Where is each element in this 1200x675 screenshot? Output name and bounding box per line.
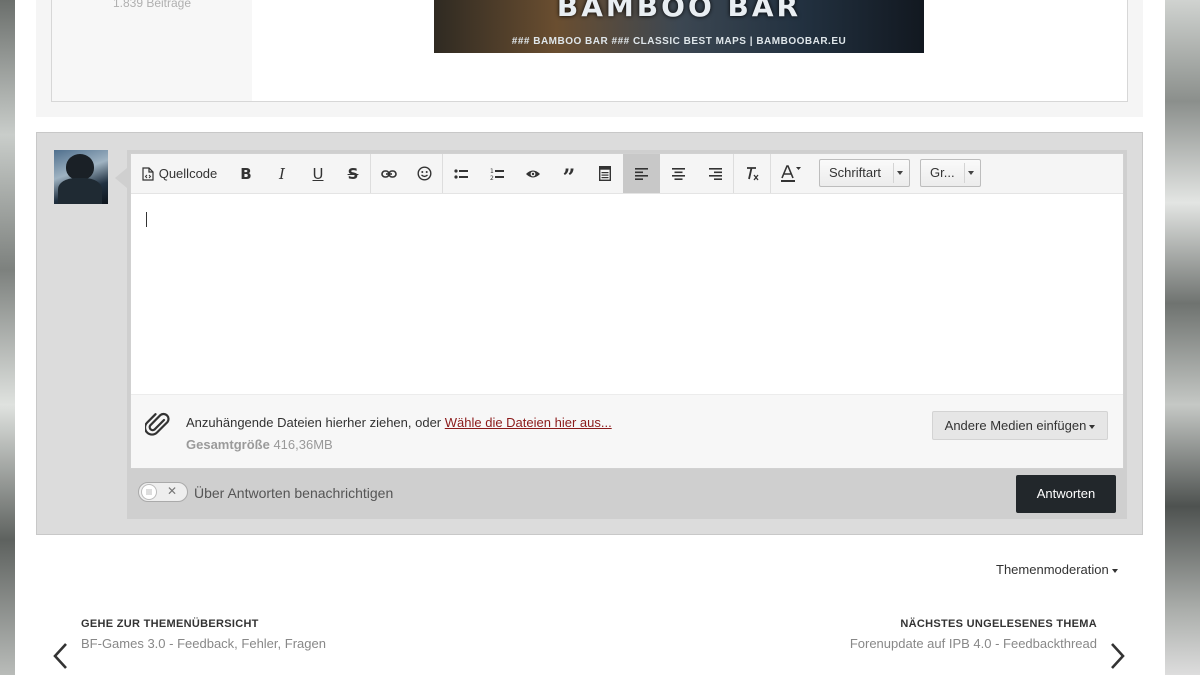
remove-format-icon [744,166,760,181]
notify-toggle[interactable]: ✕ [138,482,188,502]
speech-pointer [115,168,127,188]
prev-nav-title[interactable]: BF-Games 3.0 - Feedback, Fehler, Fragen [81,636,326,651]
total-size-value: 416,36MB [273,437,333,452]
emoji-button[interactable] [407,154,442,193]
editor-toolbar: Quellcode B I U S 1 2 ” Schriftart Gr... [131,154,1123,194]
close-icon: ✕ [167,484,178,498]
bold-icon: B [240,164,252,183]
chevron-down-icon [897,171,903,175]
previous-post-body: 1.839 Beiträge BAMBOO BAR ### BAMBOO BAR… [51,0,1128,102]
code-button[interactable] [587,154,623,193]
numbered-list-icon: 12 [490,167,504,181]
moderation-label: Themenmoderation [996,562,1109,577]
quote-icon: ” [562,164,576,191]
attachment-area[interactable]: Anzuhängende Dateien hierher ziehen, ode… [131,394,1123,468]
align-right-icon [708,167,722,180]
editor-panel: Quellcode B I U S 1 2 ” Schriftart Gr...… [127,150,1127,519]
font-family-dropdown[interactable]: Schriftart [819,159,910,187]
avatar[interactable] [54,150,108,204]
signature-banner[interactable]: BAMBOO BAR ### BAMBOO BAR ### CLASSIC BE… [434,0,924,53]
align-center-icon [672,167,685,180]
insert-media-label: Andere Medien einfügen [944,418,1087,433]
dropdown-divider [893,163,894,183]
italic-icon: I [279,164,285,183]
link-button[interactable] [371,154,407,193]
italic-button[interactable]: I [264,154,300,193]
editor-textarea[interactable] [131,194,1123,394]
text-color-button[interactable] [771,154,811,193]
reply-box: Quellcode B I U S 1 2 ” Schriftart Gr...… [36,132,1143,535]
toggle-knob [141,484,157,500]
caret-down-icon [1111,568,1118,573]
chevron-left-icon[interactable] [52,642,68,673]
total-size: Gesamtgröße 416,36MB [186,437,333,452]
text-color-icon [780,164,802,183]
spoiler-icon [525,169,541,179]
font-family-value: Schriftart [829,165,882,180]
avatar-head [66,154,94,180]
emoji-icon [417,166,432,181]
avatar-body [58,178,102,204]
choose-files-link[interactable]: Wähle die Dateien hier aus... [445,415,612,430]
next-nav-title[interactable]: Forenupdate auf IPB 4.0 - Feedbackthread [850,636,1097,651]
strikethrough-button[interactable]: S [336,154,370,193]
prev-nav-label[interactable]: GEHE ZUR THEMENÜBERSICHT [81,618,259,630]
remove-format-button[interactable] [734,154,770,193]
background-right [1165,0,1200,675]
attachment-instructions: Anzuhängende Dateien hierher ziehen, ode… [186,415,612,430]
insert-media-button[interactable]: Andere Medien einfügen [932,411,1108,440]
spoiler-button[interactable] [515,154,551,193]
code-icon [599,166,611,181]
numbered-list-button[interactable]: 12 [479,154,515,193]
total-size-label: Gesamtgröße [186,437,270,452]
source-button[interactable]: Quellcode [131,154,228,193]
dropdown-divider [964,163,965,183]
page: 1.839 Beiträge BAMBOO BAR ### BAMBOO BAR… [15,0,1165,675]
link-icon [381,169,397,179]
author-column: 1.839 Beiträge [52,0,252,101]
strikethrough-icon: S [347,164,359,183]
svg-text:2: 2 [490,175,494,181]
caret-down-icon [1089,424,1096,429]
bullet-list-icon [454,168,468,180]
align-center-button[interactable] [660,154,697,193]
chevron-down-icon [968,171,974,175]
next-nav-label[interactable]: NÄCHSTES UNGELESENES THEMA [900,618,1097,630]
banner-title: BAMBOO BAR [556,0,802,23]
chevron-right-icon[interactable] [1110,642,1126,673]
align-left-icon [635,167,648,180]
font-size-value: Gr... [930,165,955,180]
align-right-button[interactable] [697,154,733,193]
previous-post: 1.839 Beiträge BAMBOO BAR ### BAMBOO BAR… [36,0,1143,117]
font-size-dropdown[interactable]: Gr... [920,159,981,187]
background-left [0,0,15,675]
quote-button[interactable]: ” [551,154,587,193]
align-left-button[interactable] [623,154,660,193]
source-label: Quellcode [158,166,218,181]
svg-text:1: 1 [490,168,494,175]
topic-moderation-menu[interactable]: Themenmoderation [996,562,1118,577]
bold-button[interactable]: B [228,154,264,193]
banner-subtitle: ### BAMBOO BAR ### CLASSIC BEST MAPS | B… [511,36,847,47]
drag-text: Anzuhängende Dateien hierher ziehen, ode… [186,415,445,430]
paperclip-icon [144,411,171,442]
underline-button[interactable]: U [300,154,336,193]
rich-text-editor: Quellcode B I U S 1 2 ” Schriftart Gr...… [130,153,1124,469]
underline-icon: U [312,164,324,183]
post-count: 1.839 Beiträge [112,0,192,10]
bullet-list-button[interactable] [443,154,479,193]
source-icon [142,166,154,181]
submit-reply-button[interactable]: Antworten [1016,475,1116,513]
text-cursor [146,212,147,227]
notify-label: Über Antworten benachrichtigen [194,485,394,501]
